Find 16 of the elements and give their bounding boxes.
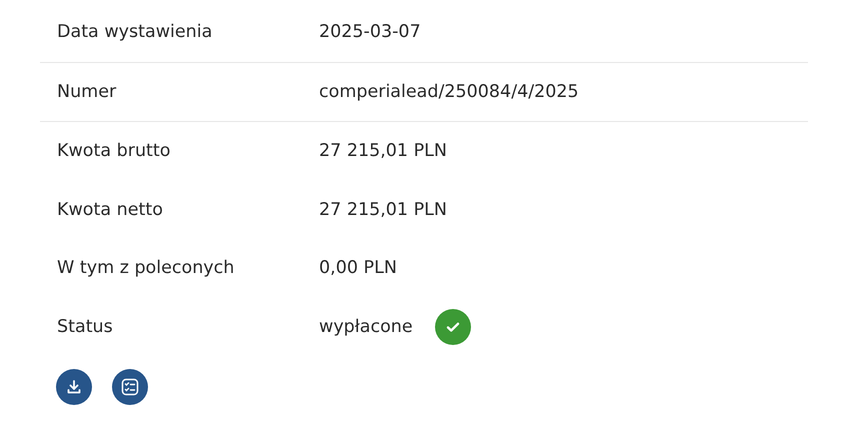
field-label: W tym z poleconych	[57, 258, 236, 278]
checklist-icon	[121, 378, 139, 396]
field-label: Numer	[57, 82, 118, 102]
checklist-button[interactable]	[112, 369, 148, 405]
field-value: 27 215,01 PLN	[319, 141, 448, 162]
field-label: Data wystawienia	[57, 22, 214, 42]
download-icon	[66, 379, 82, 395]
field-value: 0,00 PLN	[319, 258, 397, 278]
download-button[interactable]	[56, 369, 92, 405]
field-label: Status	[57, 316, 114, 337]
status-text: wypłacone	[319, 316, 413, 337]
field-label: Kwota netto	[57, 200, 164, 220]
field-value: comperialead/250084/4/2025	[319, 82, 579, 102]
field-label: Kwota brutto	[57, 141, 172, 162]
field-value: 27 215,01 PLN	[319, 200, 448, 220]
field-value: 2025-03-07	[319, 22, 421, 42]
